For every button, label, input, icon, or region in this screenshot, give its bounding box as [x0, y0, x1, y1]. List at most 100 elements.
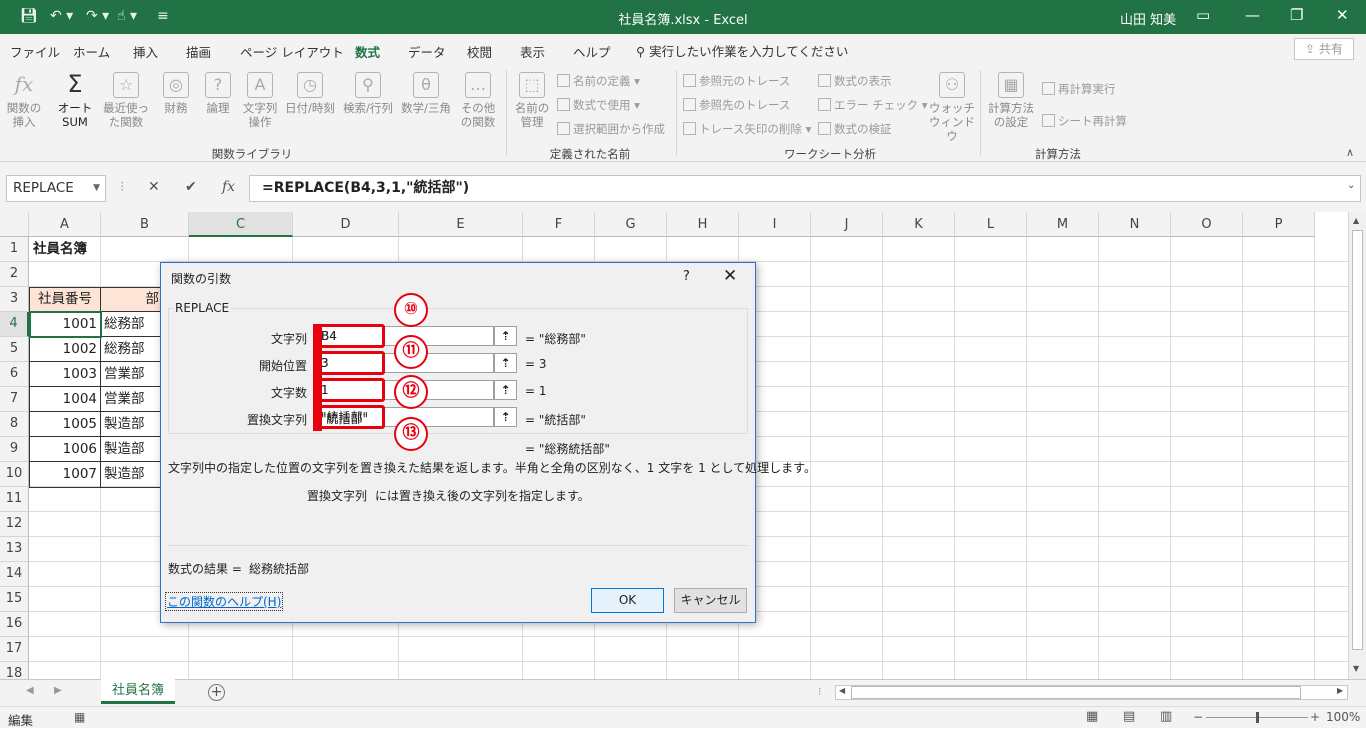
cancel-button[interactable]: キャンセル	[674, 588, 747, 613]
row-header[interactable]: 16	[0, 612, 29, 637]
autosum-button[interactable]: Σ オート SUM	[50, 72, 100, 129]
row-header[interactable]: 15	[0, 587, 29, 612]
column-header[interactable]: P	[1243, 212, 1315, 237]
row-header[interactable]: 12	[0, 512, 29, 537]
watch-window-button[interactable]: ⚇ ウォッチ ウィンドウ	[928, 72, 976, 143]
scroll-right-icon[interactable]: ▶	[1337, 686, 1343, 695]
close-icon[interactable]: ✕	[1336, 6, 1349, 24]
table-cell[interactable]: 1005	[29, 412, 97, 436]
table-cell[interactable]: 製造部	[104, 412, 145, 436]
column-header[interactable]: K	[883, 212, 955, 237]
restore-icon[interactable]: ❐	[1290, 6, 1303, 24]
insert-function-button[interactable]: fx 関数の挿入	[4, 72, 44, 129]
table-cell[interactable]: 1001	[29, 312, 97, 336]
row-header[interactable]: 7	[0, 387, 29, 412]
help-icon[interactable]: ?	[683, 269, 690, 284]
tab-home[interactable]: ホーム	[73, 42, 110, 61]
collapse-ribbon-icon[interactable]: ∧	[1346, 146, 1354, 159]
tab-page-layout[interactable]: ページ レイアウト	[240, 42, 344, 61]
column-header[interactable]: M	[1027, 212, 1099, 237]
minimize-icon[interactable]: —	[1245, 6, 1260, 24]
column-header[interactable]: E	[399, 212, 523, 237]
datetime-button[interactable]: ◷ 日付/時刻	[282, 72, 338, 115]
table-cell[interactable]: 1003	[29, 362, 97, 386]
row-header[interactable]: 14	[0, 562, 29, 587]
scroll-thumb[interactable]	[1352, 230, 1363, 650]
math-trig-button[interactable]: θ 数学/三角	[398, 72, 454, 115]
collapse-dialog-icon[interactable]: ⇡	[494, 353, 517, 373]
zoom-in-icon[interactable]: +	[1310, 710, 1320, 724]
share-button[interactable]: ⇪ 共有	[1294, 38, 1354, 60]
collapse-dialog-icon[interactable]: ⇡	[494, 380, 517, 400]
table-header-id[interactable]: 社員番号	[29, 287, 101, 311]
collapse-dialog-icon[interactable]: ⇡	[494, 326, 517, 346]
ok-button[interactable]: OK	[591, 588, 664, 613]
define-name-button[interactable]: 名前の定義 ▾	[557, 73, 640, 89]
vertical-scrollbar[interactable]: ▲ ▼	[1348, 212, 1366, 679]
formula-input[interactable]: =REPLACE(B4,3,1,"統括部")	[249, 175, 1361, 202]
column-header[interactable]: O	[1171, 212, 1243, 237]
tab-draw[interactable]: 描画	[186, 42, 211, 61]
column-header[interactable]: B	[101, 212, 189, 237]
row-header[interactable]: 17	[0, 637, 29, 662]
calculate-now-button[interactable]: 再計算実行	[1042, 81, 1116, 97]
row-header[interactable]: 4	[0, 312, 29, 337]
use-in-formula-button[interactable]: 数式で使用 ▾	[557, 97, 640, 113]
row-header[interactable]: 3	[0, 287, 29, 312]
column-header[interactable]: G	[595, 212, 667, 237]
row-header[interactable]: 2	[0, 262, 29, 287]
page-layout-view-icon[interactable]: ▤	[1123, 709, 1135, 724]
remove-arrows-button[interactable]: トレース矢印の削除 ▾	[683, 121, 811, 137]
ribbon-display-icon[interactable]: ▭	[1196, 6, 1210, 24]
more-functions-button[interactable]: … その他の関数	[456, 72, 500, 129]
row-header[interactable]: 10	[0, 462, 29, 487]
row-header[interactable]: 5	[0, 337, 29, 362]
scroll-left-icon[interactable]: ◀	[839, 686, 845, 695]
table-cell[interactable]: 1002	[29, 337, 97, 361]
table-cell[interactable]: 営業部	[104, 387, 145, 411]
scroll-down-icon[interactable]: ▼	[1353, 664, 1359, 673]
table-cell[interactable]: 総務部	[104, 312, 145, 336]
fx-icon[interactable]: fx	[222, 179, 235, 195]
lookup-button[interactable]: ⚲ 検索/行列	[340, 72, 396, 115]
table-cell[interactable]: 1004	[29, 387, 97, 411]
financial-button[interactable]: ◎ 財務	[158, 72, 194, 115]
zoom-out-icon[interactable]: −	[1193, 710, 1203, 724]
name-manager-button[interactable]: ⬚ 名前の管理	[510, 72, 554, 129]
tab-insert[interactable]: 挿入	[133, 42, 158, 61]
macro-record-icon[interactable]: ▦	[74, 710, 85, 724]
chevron-down-icon[interactable]: ▼	[93, 176, 100, 201]
recently-used-button[interactable]: ☆ 最近使った関数	[98, 72, 154, 129]
calculation-options-button[interactable]: ▦ 計算方法の設定	[984, 72, 1038, 129]
trace-precedents-button[interactable]: 参照元のトレース	[683, 73, 790, 89]
text-functions-button[interactable]: A 文字列操作	[240, 72, 280, 129]
tab-formulas[interactable]: 数式	[355, 42, 381, 67]
column-header[interactable]: C	[189, 212, 293, 237]
create-from-selection-button[interactable]: 選択範囲から作成	[557, 121, 665, 137]
tab-view[interactable]: 表示	[520, 42, 545, 61]
row-header[interactable]: 8	[0, 412, 29, 437]
normal-view-icon[interactable]: ▦	[1086, 709, 1098, 724]
column-header[interactable]: N	[1099, 212, 1171, 237]
next-sheet-icon[interactable]: ▶	[54, 685, 62, 696]
row-header[interactable]: 11	[0, 487, 29, 512]
table-cell[interactable]: 営業部	[104, 362, 145, 386]
column-header[interactable]: D	[293, 212, 399, 237]
row-header[interactable]: 6	[0, 362, 29, 387]
row-header[interactable]: 9	[0, 437, 29, 462]
table-cell[interactable]: 製造部	[104, 462, 145, 486]
scroll-thumb[interactable]	[851, 686, 1301, 699]
column-header[interactable]: H	[667, 212, 739, 237]
table-header-dept[interactable]: 部	[101, 287, 160, 311]
function-help-link[interactable]: この関数のヘルプ(H)	[165, 592, 284, 611]
tab-review[interactable]: 校閲	[467, 42, 492, 61]
sheet-tab[interactable]: 社員名簿	[101, 679, 175, 704]
tab-data[interactable]: データ	[408, 42, 446, 61]
table-cell[interactable]: 1006	[29, 437, 97, 461]
tell-me-search[interactable]: ⚲ 実行したい作業を入力してください	[636, 41, 848, 60]
collapse-dialog-icon[interactable]: ⇡	[494, 407, 517, 427]
tab-help[interactable]: ヘルプ	[573, 42, 611, 61]
trace-dependents-button[interactable]: 参照先のトレース	[683, 97, 790, 113]
select-all-corner[interactable]	[0, 212, 29, 237]
zoom-level[interactable]: 100%	[1326, 710, 1360, 724]
